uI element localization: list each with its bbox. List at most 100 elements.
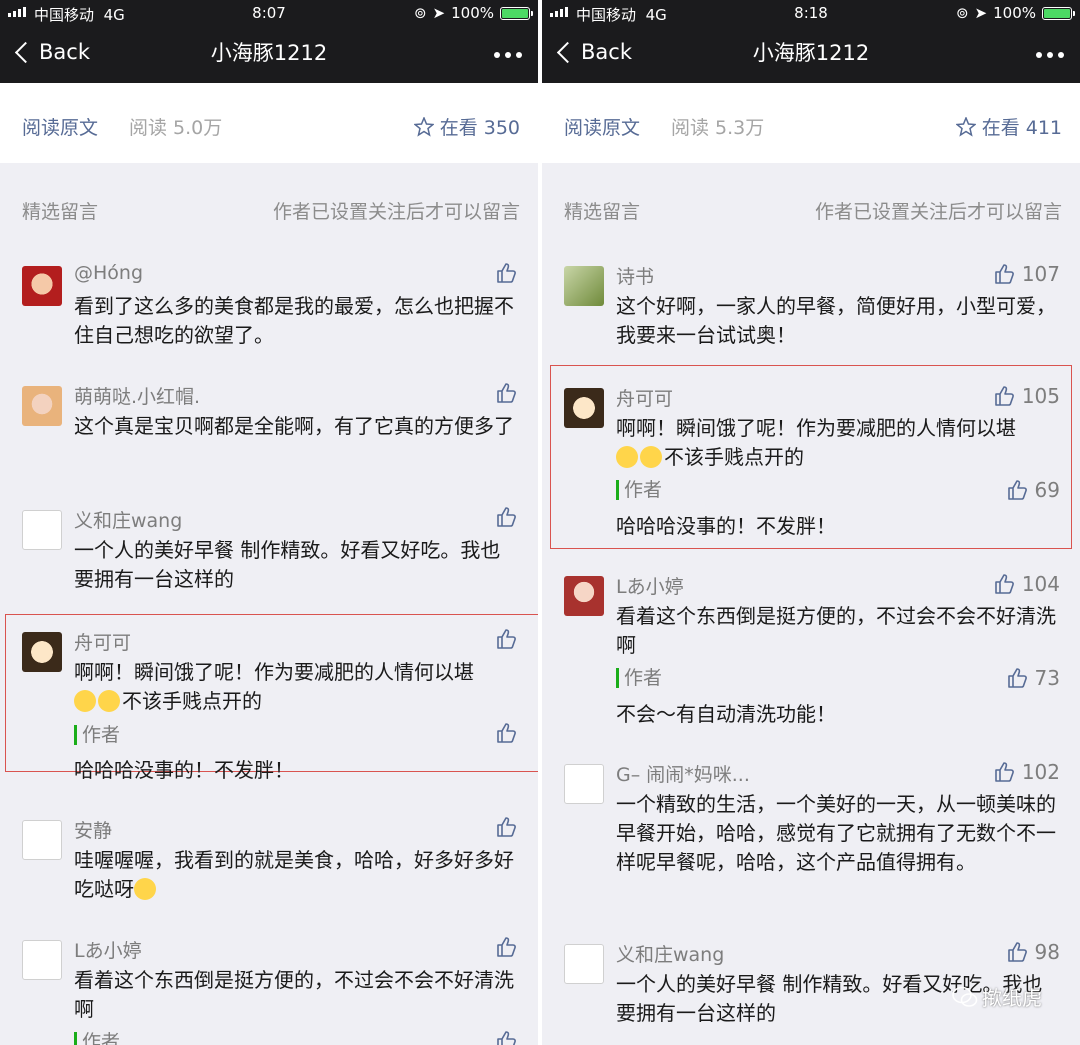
avatar[interactable] (22, 266, 62, 306)
avatar[interactable] (22, 510, 62, 550)
comment-text: 看着这个东西倒是挺方便的，不过会不会不好清洗啊 (616, 604, 1056, 657)
crying-emoji-icon (616, 446, 638, 468)
thumbs-up-icon (995, 264, 1014, 284)
location-icon: ➤ (432, 4, 446, 22)
avatar[interactable] (564, 266, 604, 306)
comment-nickname: 义和庄wang (616, 944, 725, 966)
watermark: 揿纸虎 (952, 982, 1042, 1011)
watching-button[interactable]: 在看 411 (955, 113, 1062, 140)
like-count: 73 (1034, 666, 1060, 690)
article-footer: 阅读原文 阅读 5.0万 在看 350 (0, 83, 538, 163)
signal-icon (8, 7, 26, 17)
carrier: 中国移动 4G (576, 6, 667, 24)
section-title: 精选留言 (564, 201, 641, 223)
thumbs-up-icon (497, 629, 516, 649)
avatar[interactable] (22, 940, 62, 980)
chevron-left-icon (14, 41, 37, 63)
status-right: ⊚ ➤ 100% (955, 4, 1075, 22)
more-options-icon[interactable] (494, 52, 522, 58)
like-button[interactable]: 107 (994, 262, 1060, 286)
comment-nickname: 义和庄wang (74, 510, 183, 532)
like-count: 102 (1021, 760, 1060, 784)
read-count: 阅读 5.0万 (129, 117, 223, 139)
comment-nickname: 安静 (74, 820, 113, 842)
comment-text: 啊啊！瞬间饿了呢！作为要减肥的人情何以堪 不该手贱点开的 (74, 660, 474, 713)
clock: 8:18 (794, 4, 828, 22)
comment-restriction-note: 作者已设置关注后才可以留言 (272, 201, 520, 223)
like-button[interactable]: 104 (994, 572, 1060, 596)
comment-text: 看到了这么多的美食都是我的最爱，怎么也把握不住自己想吃的欲望了。 (74, 294, 514, 347)
watching-button[interactable]: 在看 350 (413, 113, 520, 140)
like-button[interactable] (496, 936, 518, 958)
thumbs-up-icon (1007, 668, 1027, 688)
avatar[interactable] (22, 632, 62, 672)
comment-nickname: 诗书 (616, 266, 655, 288)
like-button[interactable] (496, 382, 518, 404)
author-reply-text: 不会～有自动清洗功能！ (616, 702, 836, 726)
like-button[interactable] (496, 722, 518, 744)
comment-text: 这个真是宝贝啊都是全能啊，有了它真的方便多了 (74, 414, 514, 438)
avatar[interactable] (564, 388, 604, 428)
like-button[interactable] (496, 628, 518, 650)
author-reply-label: 作者 (74, 725, 120, 745)
battery-percent: 100% (993, 4, 1036, 22)
sparkle-icon (413, 116, 434, 137)
author-reply-text: 哈哈哈没事的！不发胖！ (74, 758, 294, 782)
comment-nickname: 萌萌哒.小红帽. (74, 386, 201, 408)
article-footer: 阅读原文 阅读 5.3万 在看 411 (542, 83, 1080, 163)
sparkle-icon (955, 116, 976, 137)
avatar[interactable] (22, 386, 62, 426)
like-button[interactable] (496, 1030, 518, 1045)
comment-nickname: 舟可可 (616, 388, 674, 410)
like-button[interactable] (496, 506, 518, 528)
read-original-link[interactable]: 阅读原文 (22, 113, 98, 140)
signal-icon (550, 7, 568, 17)
like-button[interactable] (496, 816, 518, 838)
wechat-logo-icon (952, 986, 978, 1007)
author-reply-text: 哈哈哈没事的！不发胖！ (616, 514, 836, 538)
like-button[interactable] (496, 262, 518, 284)
comment-text: 哇喔喔喔，我看到的就是美食，哈哈，好多好多好吃哒呀 (74, 848, 514, 901)
author-reply-label: 作者 (74, 1032, 120, 1045)
author-reply-label: 作者 (616, 480, 662, 500)
nav-bar: Back 小海豚1212 (0, 26, 538, 83)
comment-nickname: G– 闹闹*妈咪... (616, 764, 750, 786)
like-button[interactable]: 69 (1007, 478, 1060, 502)
battery-icon (500, 6, 533, 20)
read-original-link[interactable]: 阅读原文 (564, 113, 640, 140)
avatar[interactable] (564, 944, 604, 984)
like-button[interactable]: 105 (994, 384, 1060, 408)
location-icon: ➤ (974, 4, 988, 22)
page-title: 小海豚1212 (752, 41, 870, 65)
heart-eyes-emoji-icon (134, 878, 156, 900)
avatar[interactable] (22, 820, 62, 860)
like-button[interactable]: 102 (994, 760, 1060, 784)
like-count: 98 (1034, 940, 1060, 964)
status-bar: 中国移动 4G 8:07 ⊚ ➤ 100% (0, 0, 538, 26)
page-title: 小海豚1212 (210, 41, 328, 65)
like-button[interactable]: 73 (1007, 666, 1060, 690)
clock: 8:07 (252, 4, 286, 22)
like-count: 104 (1021, 572, 1060, 596)
thumbs-up-icon (995, 574, 1014, 594)
battery-icon (1042, 6, 1075, 20)
avatar[interactable] (564, 764, 604, 804)
thumbs-up-icon (497, 383, 516, 403)
comment-nickname: Lあ小婷 (74, 940, 142, 962)
comment-text: 这个好啊，一家人的早餐，简便好用，小型可爱，我要来一台试试奥！ (616, 294, 1056, 347)
thumbs-up-icon (995, 762, 1014, 782)
thumbs-up-icon (1007, 480, 1027, 500)
thumbs-up-icon (497, 1031, 516, 1045)
avatar[interactable] (564, 576, 604, 616)
lock-rotation-icon: ⊚ (955, 4, 969, 22)
thumbs-up-icon (1007, 942, 1027, 962)
crying-emoji-icon (74, 690, 96, 712)
like-count: 69 (1034, 478, 1060, 502)
like-count: 107 (1021, 262, 1060, 286)
more-options-icon[interactable] (1036, 52, 1064, 58)
back-button[interactable]: Back (12, 40, 90, 64)
like-button[interactable]: 98 (1007, 940, 1060, 964)
comment-nickname: 舟可可 (74, 632, 132, 654)
back-button[interactable]: Back (554, 40, 632, 64)
section-title: 精选留言 (22, 201, 99, 223)
